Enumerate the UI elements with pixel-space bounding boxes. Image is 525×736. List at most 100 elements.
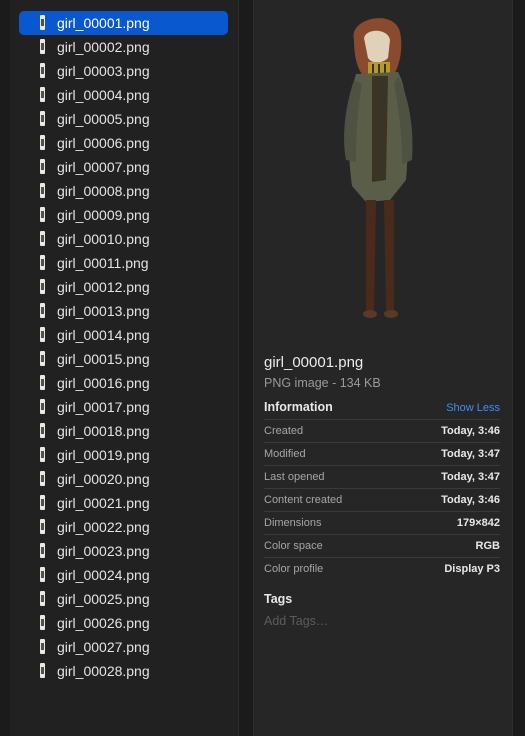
png-file-icon <box>40 159 45 174</box>
file-row[interactable]: girl_00015.png <box>19 347 228 371</box>
file-name: girl_00023.png <box>57 543 150 559</box>
file-name: girl_00007.png <box>57 159 150 175</box>
info-value: Display P3 <box>444 563 500 575</box>
png-file-icon <box>40 423 45 438</box>
file-name: girl_00019.png <box>57 447 150 463</box>
file-name: girl_00016.png <box>57 375 150 391</box>
png-file-icon <box>40 351 45 366</box>
image-thumbnail[interactable] <box>336 10 426 328</box>
file-row[interactable]: girl_00005.png <box>19 107 228 131</box>
file-row[interactable]: girl_00010.png <box>19 227 228 251</box>
png-file-icon <box>40 567 45 582</box>
file-name: girl_00025.png <box>57 591 150 607</box>
file-row[interactable]: girl_00008.png <box>19 179 228 203</box>
file-row[interactable]: girl_00011.png <box>19 251 228 275</box>
file-row[interactable]: girl_00028.png <box>19 659 228 683</box>
info-value: 179×842 <box>456 517 500 529</box>
file-row[interactable]: girl_00016.png <box>19 371 228 395</box>
information-heading: Information <box>264 400 333 414</box>
file-row[interactable]: girl_00007.png <box>19 155 228 179</box>
info-value: Today, 3:47 <box>441 471 500 483</box>
info-row-content-created: Content created Today, 3:46 <box>264 488 500 511</box>
png-file-icon <box>40 447 45 462</box>
file-name: girl_00008.png <box>57 183 150 199</box>
info-row-color-profile: Color profile Display P3 <box>264 557 500 580</box>
png-file-icon <box>40 375 45 390</box>
file-row[interactable]: girl_00012.png <box>19 275 228 299</box>
png-file-icon <box>40 495 45 510</box>
file-row[interactable]: girl_00022.png <box>19 515 228 539</box>
file-row[interactable]: girl_00003.png <box>19 59 228 83</box>
file-row[interactable]: girl_00009.png <box>19 203 228 227</box>
png-file-icon <box>40 279 45 294</box>
file-row[interactable]: girl_00023.png <box>19 539 228 563</box>
png-file-icon <box>40 327 45 342</box>
file-row[interactable]: girl_00020.png <box>19 467 228 491</box>
info-key: Color space <box>264 540 323 552</box>
png-file-icon <box>40 87 45 102</box>
info-key: Last opened <box>264 471 325 483</box>
file-name: girl_00017.png <box>57 399 150 415</box>
file-name: girl_00010.png <box>57 231 150 247</box>
file-name: girl_00021.png <box>57 495 150 511</box>
file-name: girl_00028.png <box>57 663 150 679</box>
png-file-icon <box>40 255 45 270</box>
show-less-link[interactable]: Show Less <box>446 402 500 414</box>
file-name: girl_00009.png <box>57 207 150 223</box>
file-name: girl_00024.png <box>57 567 150 583</box>
file-row[interactable]: girl_00024.png <box>19 563 228 587</box>
file-name: girl_00015.png <box>57 351 150 367</box>
file-row[interactable]: girl_00004.png <box>19 83 228 107</box>
info-value: Today, 3:47 <box>441 448 500 460</box>
png-file-icon <box>40 15 45 30</box>
png-file-icon <box>40 39 45 54</box>
file-row[interactable]: girl_00001.png <box>19 11 228 35</box>
file-name: girl_00022.png <box>57 519 150 535</box>
file-row[interactable]: girl_00014.png <box>19 323 228 347</box>
file-row[interactable]: girl_00002.png <box>19 35 228 59</box>
file-row[interactable]: girl_00021.png <box>19 491 228 515</box>
png-file-icon <box>40 471 45 486</box>
png-file-icon <box>40 63 45 78</box>
png-file-icon <box>40 183 45 198</box>
file-name: girl_00011.png <box>57 255 149 271</box>
png-file-icon <box>40 399 45 414</box>
file-row[interactable]: girl_00025.png <box>19 587 228 611</box>
file-row[interactable]: girl_00018.png <box>19 419 228 443</box>
file-row[interactable]: girl_00026.png <box>19 611 228 635</box>
file-row[interactable]: girl_00017.png <box>19 395 228 419</box>
info-key: Dimensions <box>264 517 322 529</box>
png-file-icon <box>40 663 45 678</box>
info-key: Created <box>264 425 304 437</box>
info-row-created: Created Today, 3:46 <box>264 419 500 442</box>
file-row[interactable]: girl_00006.png <box>19 131 228 155</box>
preview-pane: girl_00001.png PNG image - 134 KB Inform… <box>254 0 512 736</box>
png-file-icon <box>40 111 45 126</box>
info-row-modified: Modified Today, 3:47 <box>264 442 500 465</box>
file-name: girl_00002.png <box>57 39 150 55</box>
file-name: girl_00012.png <box>57 279 150 295</box>
png-file-icon <box>40 303 45 318</box>
previous-column <box>0 0 10 736</box>
info-value: Today, 3:46 <box>441 494 500 506</box>
png-file-icon <box>40 135 45 150</box>
info-row-color-space: Color space RGB <box>264 534 500 557</box>
file-name: girl_00003.png <box>57 63 150 79</box>
add-tags-field[interactable]: Add Tags… <box>264 614 328 628</box>
file-name: girl_00018.png <box>57 423 150 439</box>
info-key: Color profile <box>264 563 324 575</box>
file-name: girl_00027.png <box>57 639 150 655</box>
info-key: Modified <box>264 448 306 460</box>
file-list-column[interactable]: girl_00001.png girl_00002.png girl_00003.p… <box>10 0 238 736</box>
png-file-icon <box>40 543 45 558</box>
png-file-icon <box>40 615 45 630</box>
file-row[interactable]: girl_00013.png <box>19 299 228 323</box>
file-row[interactable]: girl_00027.png <box>19 635 228 659</box>
empty-column <box>239 0 253 736</box>
file-name: girl_00013.png <box>57 303 150 319</box>
file-name-title: girl_00001.png <box>264 354 364 371</box>
png-file-icon <box>40 207 45 222</box>
next-column-edge <box>512 0 525 736</box>
file-row[interactable]: girl_00019.png <box>19 443 228 467</box>
png-file-icon <box>40 639 45 654</box>
